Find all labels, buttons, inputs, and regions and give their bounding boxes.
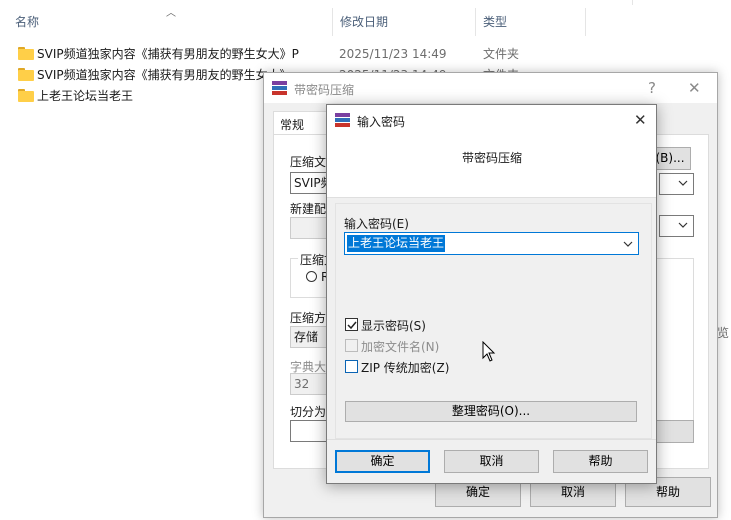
config-dropdown[interactable]	[659, 215, 694, 237]
split-label: 切分为	[290, 405, 327, 419]
zip-legacy-encryption-checkbox[interactable]	[345, 360, 358, 373]
list-item[interactable]: SVIP频道独家内容《捕获有男朋友的野生女大》P 2025/11/23 14:4…	[15, 44, 715, 64]
new-config-label: 新建配	[290, 202, 327, 216]
column-header-date[interactable]: 修改日期	[325, 8, 475, 36]
folder-icon	[18, 68, 34, 81]
column-header-name[interactable]: 名称	[0, 8, 332, 36]
password-value: 上老王论坛当老王	[347, 235, 446, 252]
config-select[interactable]	[290, 217, 330, 239]
dict-size-select[interactable]: 32	[290, 373, 330, 395]
help-icon[interactable]: ?	[648, 79, 656, 97]
close-icon[interactable]: ✕	[688, 79, 701, 97]
password-dialog-titlebar[interactable]: 输入密码 ✕	[327, 105, 656, 135]
close-icon[interactable]: ✕	[634, 111, 647, 129]
chevron-down-icon	[678, 222, 688, 228]
file-date: 2025/11/23 14:49	[339, 47, 447, 61]
file-name: SVIP频道独家内容《捕获有男朋友的野生女大》	[37, 68, 292, 82]
archive-name-label: 压缩文	[290, 155, 327, 169]
encrypt-filenames-label: 加密文件名(N)	[361, 340, 440, 354]
tab-general[interactable]: 常规	[273, 111, 329, 135]
folder-icon	[18, 47, 34, 60]
organize-passwords-button[interactable]: 整理密码(O)...	[345, 401, 637, 422]
archive-dialog-title: 带密码压缩	[294, 83, 355, 97]
file-type: 文件夹	[483, 47, 520, 61]
column-divider	[632, 0, 633, 5]
tab-general-label: 常规	[280, 118, 305, 132]
archive-name-field[interactable]: SVIP频	[290, 172, 330, 194]
split-input[interactable]	[290, 420, 330, 442]
password-dialog: 输入密码 ✕ 带密码压缩 输入密码(E) 上老王论坛当老王 显示密码(S) 加密…	[326, 104, 657, 484]
footer-divider	[327, 439, 656, 440]
help-button[interactable]: 帮助	[553, 450, 648, 473]
show-password-checkbox[interactable]	[345, 318, 358, 331]
compress-method-label: 压缩方	[290, 311, 327, 325]
winrar-icon	[272, 81, 287, 95]
password-input[interactable]: 上老王论坛当老王	[344, 232, 639, 255]
archive-name-dropdown[interactable]	[659, 173, 694, 195]
password-label: 输入密码(E)	[344, 217, 409, 231]
right-edge-text: 览	[717, 326, 730, 340]
file-name: 上老王论坛当老王	[37, 89, 134, 103]
folder-icon	[18, 89, 34, 102]
cancel-button[interactable]: 取消	[444, 450, 539, 473]
header-divider	[327, 197, 656, 198]
mouse-cursor-icon	[482, 341, 496, 362]
file-name: SVIP频道独家内容《捕获有男朋友的野生女大》P	[37, 47, 299, 61]
zip-legacy-encryption-label: ZIP 传统加密(Z)	[361, 361, 450, 375]
chevron-down-icon[interactable]	[623, 239, 633, 249]
winrar-icon	[335, 113, 350, 127]
compress-method-select[interactable]: 存储	[290, 326, 330, 348]
show-password-label: 显示密码(S)	[361, 319, 426, 333]
column-divider[interactable]	[585, 8, 586, 36]
format-radio[interactable]	[306, 271, 317, 282]
password-dialog-title: 输入密码	[357, 115, 406, 129]
ok-button[interactable]: 确定	[335, 450, 430, 473]
archive-dialog-titlebar[interactable]: 带密码压缩 ? ✕	[264, 73, 717, 103]
password-dialog-header: 带密码压缩	[327, 135, 656, 197]
encrypt-filenames-checkbox[interactable]	[345, 339, 358, 352]
password-dialog-subtitle: 带密码压缩	[462, 151, 523, 165]
checkmark-icon	[347, 321, 357, 330]
column-header-type[interactable]: 类型	[468, 8, 588, 36]
chevron-down-icon	[678, 180, 688, 186]
